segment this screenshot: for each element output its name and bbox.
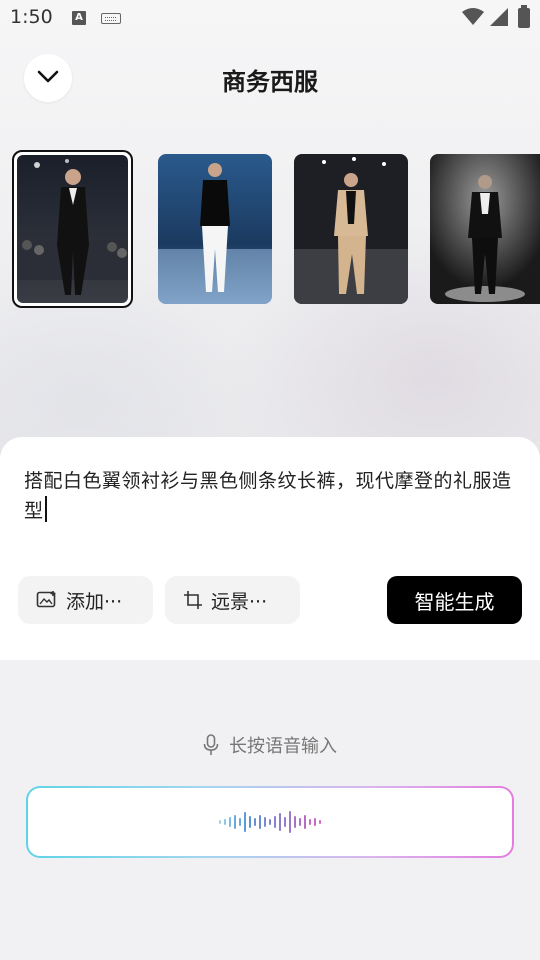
add-image-button[interactable]: 添加··· [18,576,153,624]
scene-select-button[interactable]: 远景··· [165,576,300,624]
style-thumbnail-3[interactable] [294,154,408,304]
keyboard-icon [101,13,121,24]
wifi-icon [462,8,484,30]
prompt-textarea[interactable]: 搭配白色翼领衬衫与黑色侧条纹长裤，现代摩登的礼服造型 [24,467,516,526]
scene-select-label: 远景··· [211,590,268,613]
style-thumbnail-list [0,150,540,310]
crop-icon [183,590,203,610]
voice-hint-label: 长按语音输入 [229,736,337,757]
style-thumbnail-1[interactable] [12,150,133,308]
text-cursor [44,496,47,522]
waveform-icon [218,807,323,837]
voice-hint: 长按语音输入 [0,732,540,758]
input-method-icon: A [72,11,86,25]
status-bar: 1:50 A [0,0,540,36]
page-title: 商务西服 [222,68,318,96]
prompt-card: 搭配白色翼领衬衫与黑色侧条纹长裤，现代摩登的礼服造型 添加··· 远景··· 智… [0,437,540,660]
add-image-icon [36,590,58,610]
microphone-icon [203,734,219,756]
add-image-label: 添加··· [66,590,123,613]
status-time: 1:50 [10,6,53,28]
voice-input-button[interactable] [26,786,514,858]
signal-icon [490,8,508,30]
style-thumbnail-2[interactable] [158,154,272,304]
prompt-text: 搭配白色翼领衬衫与黑色侧条纹长裤，现代摩登的礼服造型 [24,470,512,522]
generate-button[interactable]: 智能生成 [387,576,522,624]
style-thumbnail-4[interactable] [430,154,540,304]
battery-icon [518,5,530,28]
